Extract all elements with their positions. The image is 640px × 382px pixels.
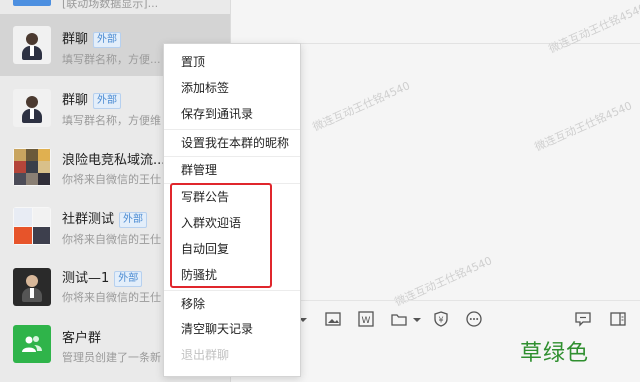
context-menu: 置顶 添加标签 保存到通讯录 设置我在本群的昵称 群管理 写群公告 入群欢迎语 … bbox=[163, 43, 301, 377]
caption-text: 草绿色 bbox=[520, 341, 590, 366]
conversation-preview: 你将来自微信的王仕 bbox=[62, 173, 161, 186]
conversation-preview: 填写群名称，方便维 bbox=[62, 114, 161, 127]
person-avatar bbox=[13, 268, 51, 306]
previous-conversation[interactable]: [联动场数据显示]... bbox=[0, 0, 230, 14]
conversation-name: 测试—1 bbox=[62, 271, 110, 286]
menu-divider bbox=[164, 129, 300, 130]
conversation-preview: 管理员创建了一条新 bbox=[62, 351, 161, 364]
previous-preview: [联动场数据显示]... bbox=[62, 0, 159, 10]
previous-avatar bbox=[13, 0, 51, 6]
more-icon[interactable] bbox=[465, 310, 483, 328]
menu-item-clear-history[interactable]: 清空聊天记录 bbox=[164, 318, 300, 340]
menu-item-pin[interactable]: 置顶 bbox=[164, 51, 300, 73]
external-badge: 外部 bbox=[114, 271, 143, 287]
conversation-name: 群聊 bbox=[62, 93, 89, 108]
conversation-name: 社群测试 bbox=[62, 212, 115, 227]
menu-item-set-nickname[interactable]: 设置我在本群的昵称 bbox=[164, 132, 300, 154]
svg-text:W: W bbox=[362, 316, 371, 326]
customer-group-icon bbox=[13, 325, 51, 363]
watermark: 微连互动王仕铭4540 bbox=[532, 99, 635, 154]
conversation-preview: 你将来自微信的王仕 bbox=[62, 291, 161, 304]
external-badge: 外部 bbox=[93, 93, 122, 109]
person-avatar bbox=[13, 26, 51, 64]
conversation-preview: 你将来自微信的王仕 bbox=[62, 233, 161, 246]
external-badge: 外部 bbox=[93, 32, 122, 48]
conversation-name: 浪险电竞私域流... bbox=[62, 153, 166, 168]
image-icon[interactable] bbox=[324, 310, 342, 328]
chat-history-icon[interactable] bbox=[574, 310, 592, 328]
people-icon bbox=[22, 336, 42, 352]
folder-icon[interactable] bbox=[390, 310, 408, 328]
menu-item-group-manage[interactable]: 群管理 bbox=[164, 159, 300, 181]
external-badge: 外部 bbox=[119, 212, 148, 228]
word-file-icon[interactable]: W bbox=[357, 310, 375, 328]
svg-text:¥: ¥ bbox=[438, 316, 443, 325]
menu-item-exit-group: 退出群聊 bbox=[181, 348, 230, 362]
highlight-box bbox=[170, 183, 272, 288]
menu-divider bbox=[164, 290, 300, 291]
watermark: 微连互动王仕铭4540 bbox=[310, 79, 413, 134]
group-grid-avatar bbox=[13, 148, 51, 186]
sidebar-icon[interactable] bbox=[609, 310, 627, 328]
menu-item-remove[interactable]: 移除 bbox=[164, 293, 300, 315]
conversation-name: 群聊 bbox=[62, 32, 89, 47]
menu-divider bbox=[164, 156, 300, 157]
conversation-name: 客户群 bbox=[62, 331, 102, 346]
menu-item-add-tag[interactable]: 添加标签 bbox=[164, 77, 300, 99]
shield-yuan-icon[interactable]: ¥ bbox=[432, 310, 450, 328]
person-avatar bbox=[13, 89, 51, 127]
dropdown-icon[interactable] bbox=[408, 310, 421, 328]
menu-item-save-to-contacts[interactable]: 保存到通讯录 bbox=[164, 103, 300, 125]
group-grid-avatar bbox=[13, 207, 51, 245]
conversation-preview: 填写群名称，方便... bbox=[62, 53, 161, 66]
